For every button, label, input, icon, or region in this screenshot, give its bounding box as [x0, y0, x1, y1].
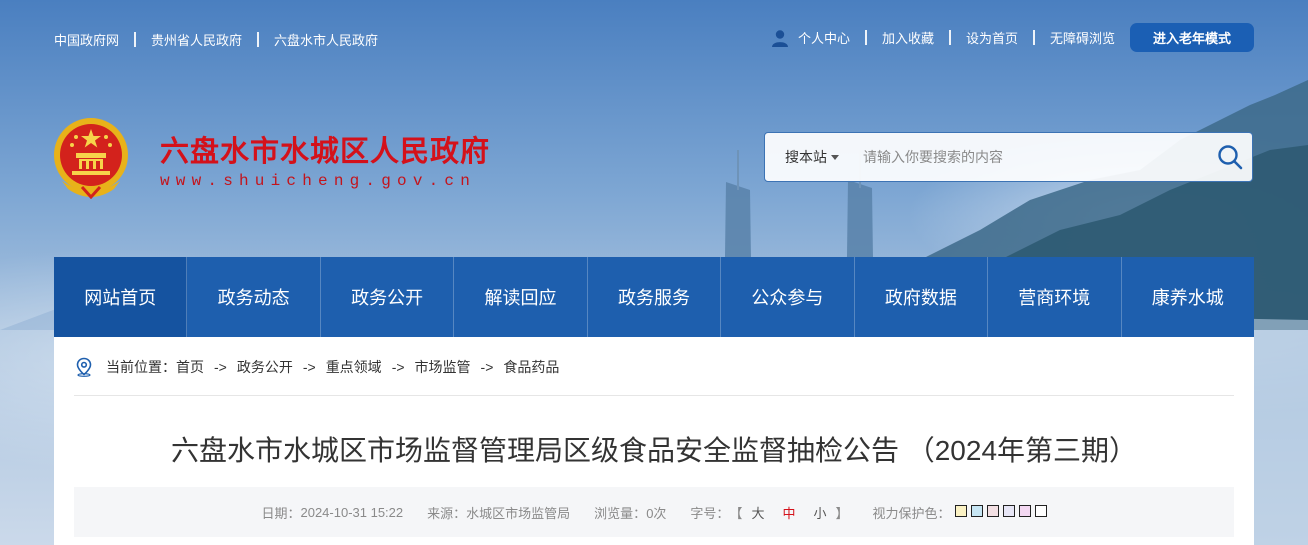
breadcrumb-market-supervision[interactable]: 市场监管	[415, 357, 471, 377]
elder-mode-button[interactable]: 进入老年模式	[1130, 23, 1254, 52]
views-value: 0次	[646, 505, 667, 521]
search-scope-label: 搜本站	[785, 149, 827, 165]
eye-care-swatch-1[interactable]	[954, 504, 967, 517]
search-scope-dropdown[interactable]: 搜本站	[765, 147, 851, 167]
breadcrumb-key-areas[interactable]: 重点领域	[326, 357, 382, 377]
nav-business-environment[interactable]: 营商环境	[988, 257, 1122, 337]
divider	[864, 30, 867, 45]
font-size-large-button[interactable]: 大	[751, 503, 764, 522]
bracket-close: 】	[835, 505, 849, 521]
meta-source: 来源： 水城区市场监管局	[427, 503, 570, 522]
meta-date: 日期： 2024-10-31 15:22	[261, 503, 403, 522]
meta-eye-care: 视力保护色：	[873, 503, 1047, 522]
nav-home[interactable]: 网站首页	[54, 257, 188, 337]
main-nav: 网站首页 政务动态 政务公开 解读回应 政务服务 公众参与 政府数据 营商环境 …	[54, 257, 1254, 337]
date-label: 日期：	[261, 505, 301, 521]
top-bar: 中国政府网 贵州省人民政府 六盘水市人民政府 个人中心 加入收藏 设为首页 无障…	[0, 0, 1308, 78]
breadcrumb-arrow: ->	[214, 359, 227, 375]
link-liupanshui-gov[interactable]: 六盘水市人民政府	[274, 30, 378, 49]
location-icon	[76, 357, 92, 377]
eye-care-swatch-5[interactable]	[1018, 504, 1031, 517]
font-size-small-button[interactable]: 小	[813, 503, 826, 522]
meta-views: 浏览量： 0次	[594, 503, 666, 522]
nav-government-disclosure[interactable]: 政务公开	[321, 257, 455, 337]
eye-care-swatch-2[interactable]	[970, 504, 983, 517]
meta-font-size: 字号： 【 大 中 小 】	[690, 503, 848, 522]
date-value: 2024-10-31 15:22	[300, 504, 404, 520]
link-gov-cn[interactable]: 中国政府网	[54, 30, 119, 49]
set-homepage-link[interactable]: 设为首页	[966, 28, 1018, 47]
nav-government-services[interactable]: 政务服务	[588, 257, 722, 337]
link-guizhou-gov[interactable]: 贵州省人民政府	[151, 30, 242, 49]
search-input[interactable]	[851, 149, 1208, 165]
divider	[134, 32, 137, 47]
caret-down-icon	[831, 154, 839, 160]
article-panel: 当前位置： 首页 -> 政务公开 -> 重点领域 -> 市场监管 -> 食品药品…	[54, 337, 1254, 545]
breadcrumb-home[interactable]: 首页	[176, 357, 204, 377]
divider	[948, 30, 951, 45]
breadcrumb: 当前位置： 首页 -> 政务公开 -> 重点领域 -> 市场监管 -> 食品药品	[74, 357, 559, 377]
divider	[1032, 30, 1035, 45]
user-icon[interactable]	[771, 29, 789, 47]
breadcrumb-government-disclosure[interactable]: 政务公开	[237, 357, 293, 377]
divider	[257, 32, 260, 47]
personal-center-link[interactable]: 个人中心	[798, 28, 850, 47]
article-title: 六盘水市水城区市场监督管理局区级食品安全监督抽检公告 （2024年第三期）	[170, 435, 1138, 466]
eye-care-swatches	[951, 504, 1047, 520]
font-size-medium-button[interactable]: 中	[782, 503, 795, 522]
accessibility-link[interactable]: 无障碍浏览	[1050, 28, 1115, 47]
eye-care-label: 视力保护色：	[872, 505, 951, 521]
eye-care-swatch-4[interactable]	[1002, 504, 1015, 517]
breadcrumb-prefix: 当前位置：	[106, 359, 176, 375]
top-right-links: 个人中心 加入收藏 设为首页 无障碍浏览 进入老年模式	[771, 23, 1254, 52]
eye-care-swatch-6[interactable]	[1034, 504, 1047, 517]
views-label: 浏览量：	[594, 505, 647, 521]
font-size-label: 字号：	[690, 505, 730, 521]
bracket-open: 【	[729, 505, 743, 521]
add-favorite-link[interactable]: 加入收藏	[882, 28, 934, 47]
nav-health-shuicheng[interactable]: 康养水城	[1122, 257, 1254, 337]
nav-government-data[interactable]: 政府数据	[855, 257, 989, 337]
nav-public-participation[interactable]: 公众参与	[721, 257, 855, 337]
top-links: 中国政府网 贵州省人民政府 六盘水市人民政府	[54, 30, 378, 49]
breadcrumb-arrow: ->	[302, 359, 316, 375]
site-url: www.shuicheng.gov.cn	[160, 172, 477, 190]
eye-care-swatch-3[interactable]	[986, 504, 999, 517]
breadcrumb-arrow: ->	[391, 359, 405, 375]
source-label: 来源：	[427, 505, 467, 521]
search-button[interactable]	[1208, 135, 1252, 179]
site-title: 六盘水市水城区人民政府	[160, 136, 491, 168]
search-icon	[1218, 145, 1243, 170]
breadcrumb-food-drugs[interactable]: 食品药品	[503, 357, 559, 377]
nav-government-news[interactable]: 政务动态	[187, 257, 321, 337]
breadcrumb-divider	[74, 395, 1234, 396]
nav-interpretation[interactable]: 解读回应	[454, 257, 588, 337]
article-meta-bar: 日期： 2024-10-31 15:22 来源： 水城区市场监管局 浏览量： 0…	[74, 487, 1234, 537]
source-value: 水城区市场监管局	[466, 505, 571, 521]
national-emblem-logo	[54, 118, 128, 199]
search-bar: 搜本站	[764, 132, 1253, 182]
breadcrumb-arrow: ->	[480, 359, 494, 375]
